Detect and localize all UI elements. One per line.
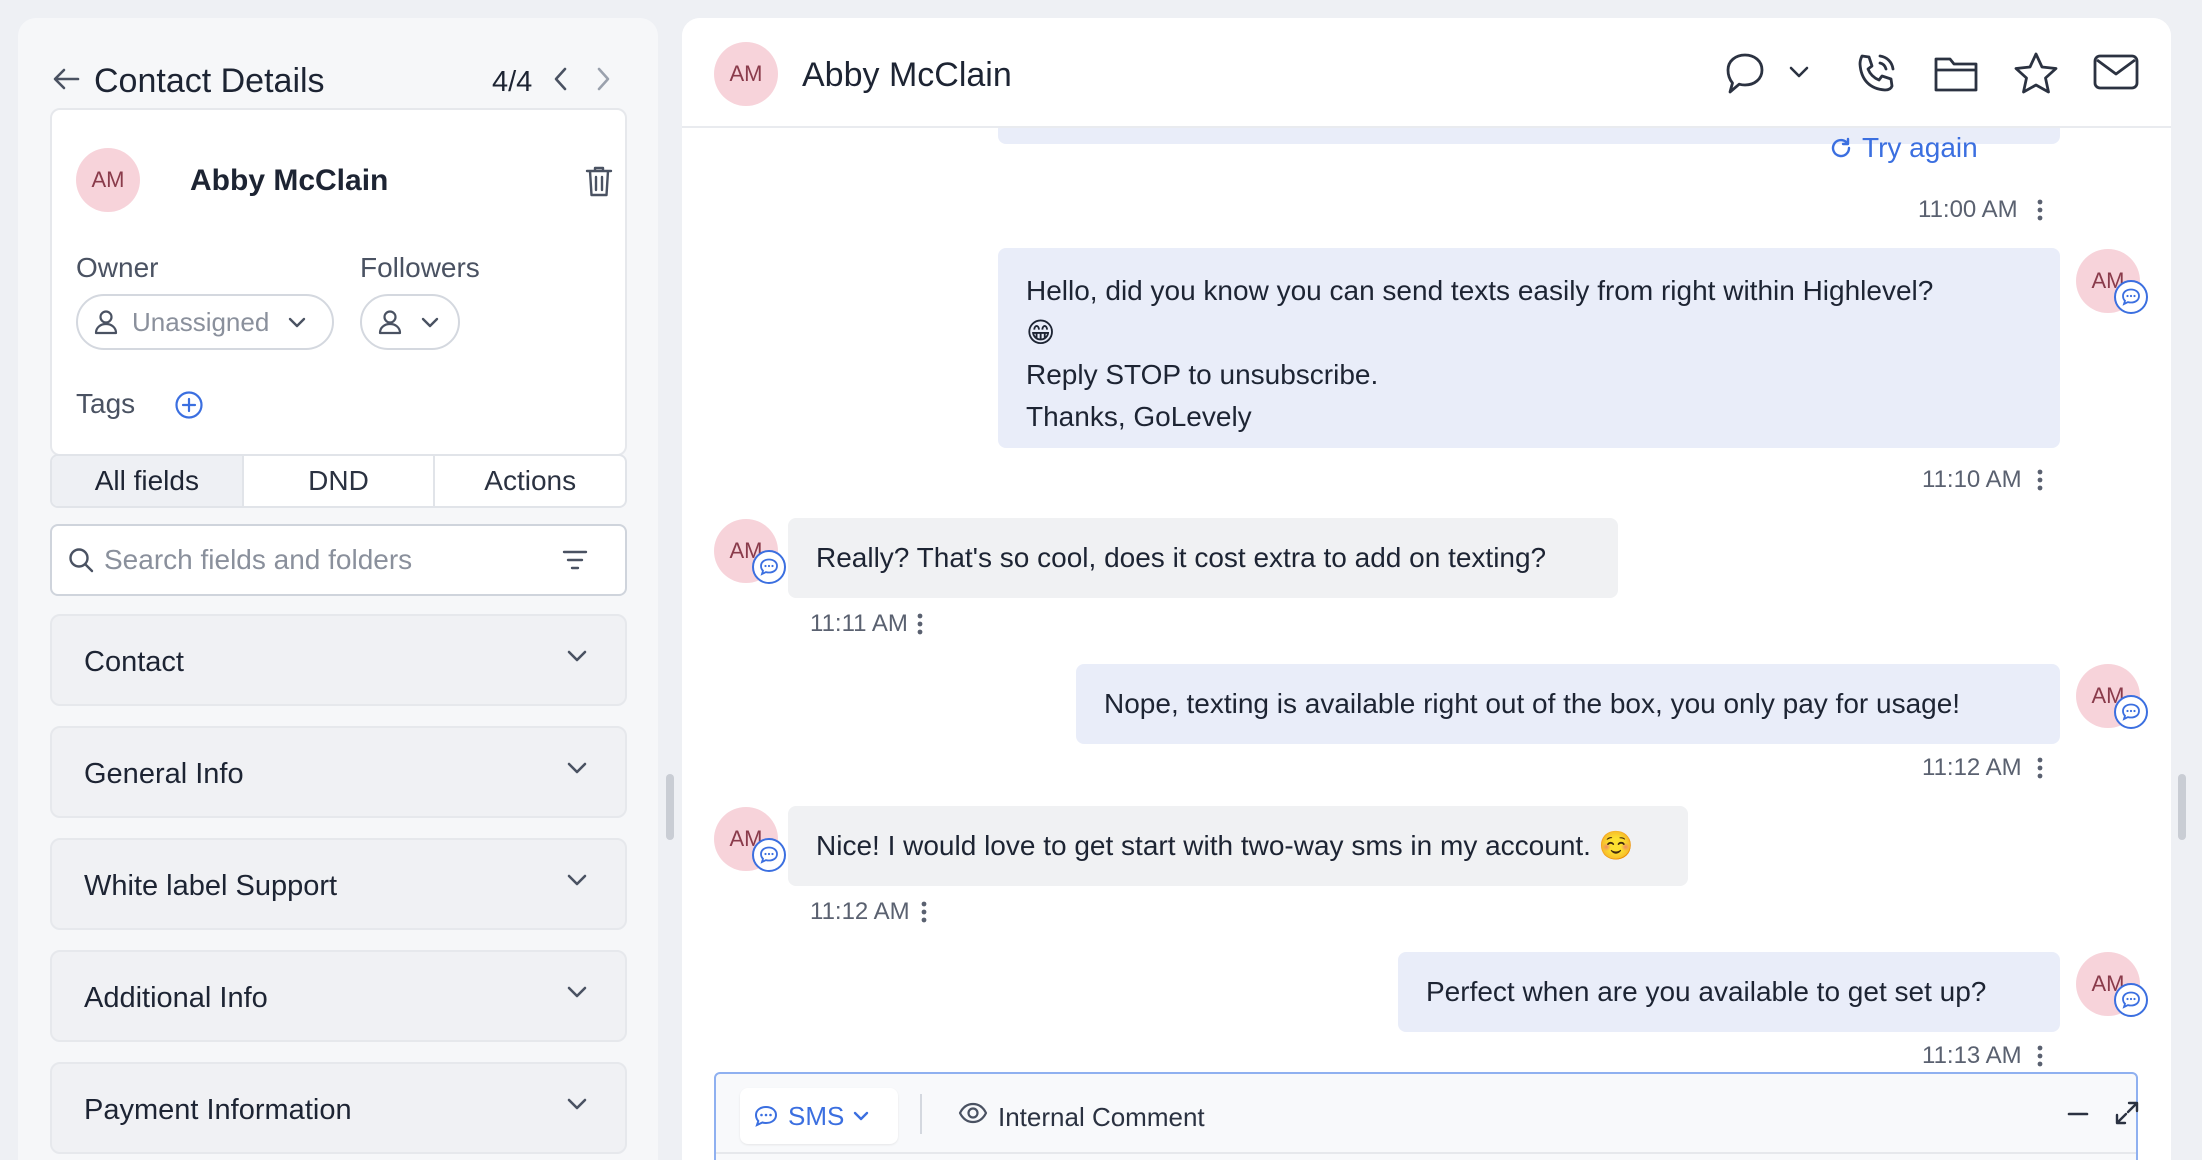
chevron-down-icon (566, 984, 588, 1000)
contact-name: Abby McClain (190, 164, 389, 197)
user-icon (378, 309, 402, 335)
refresh-icon[interactable] (1828, 136, 1854, 160)
expand-icon[interactable] (2114, 1100, 2140, 1126)
section-payment-information[interactable]: Payment Information (50, 1062, 627, 1154)
chevron-down-icon (566, 872, 588, 888)
back-arrow-icon[interactable] (52, 66, 80, 92)
message-time: 11:12 AM (1922, 754, 2022, 781)
minimize-icon[interactable] (2066, 1102, 2090, 1126)
contact-details-panel: Contact Details 4/4 AM Abby McClain Owne… (18, 18, 658, 1160)
try-again-link[interactable]: Try again (1862, 132, 1978, 164)
contact-counter: 4/4 (492, 66, 533, 98)
section-label: Contact (84, 646, 184, 678)
avatar: AM (714, 42, 778, 106)
search-icon (68, 547, 94, 573)
eye-icon (958, 1102, 988, 1124)
more-options-icon[interactable] (916, 612, 924, 636)
message-line: 😁 (1026, 317, 1056, 348)
tab-all-fields[interactable]: All fields (52, 456, 244, 506)
more-options-icon[interactable] (920, 900, 928, 924)
message-time: 11:00 AM (1918, 196, 2018, 223)
conversation-header: AM Abby McClain (682, 18, 2171, 128)
message-bubble: Nice! I would love to get start with two… (788, 806, 1688, 886)
more-options-icon[interactable] (2036, 468, 2044, 492)
message-time: 11:13 AM (1922, 1042, 2022, 1069)
chevron-down-icon (420, 315, 440, 329)
channel-select[interactable]: SMS (740, 1088, 898, 1144)
message-bubble: Hello, did you know you can send texts e… (998, 248, 2060, 448)
owner-value: Unassigned (132, 306, 270, 337)
page-title: Contact Details (94, 62, 325, 100)
mail-icon[interactable] (2092, 50, 2140, 94)
message-bubble: Nope, texting is available right out of … (1076, 664, 2060, 744)
more-options-icon[interactable] (2036, 198, 2044, 222)
section-label: Payment Information (84, 1094, 352, 1126)
message-bubble: Perfect when are you available to get se… (1398, 952, 2060, 1032)
user-icon (94, 309, 118, 335)
tab-actions[interactable]: Actions (435, 456, 625, 506)
search-input[interactable] (104, 544, 544, 576)
more-options-icon[interactable] (2036, 756, 2044, 780)
chevron-down-icon (287, 315, 307, 329)
panel-resize-handle[interactable] (2178, 774, 2186, 840)
tags-label: Tags (76, 388, 136, 419)
phone-icon[interactable] (1852, 50, 1900, 98)
sms-badge-icon (2114, 280, 2148, 314)
contact-card: AM Abby McClain Owner Followers Unassign… (50, 108, 627, 456)
sms-badge-icon (752, 550, 786, 584)
folder-icon[interactable] (1932, 50, 1980, 96)
section-label: General Info (84, 758, 244, 790)
search-fields-box (50, 524, 627, 596)
chat-bubble-icon (754, 1105, 778, 1127)
chevron-down-icon (566, 760, 588, 776)
message-line: Reply STOP to unsubscribe. (1026, 359, 1379, 390)
message-line: Hello, did you know you can send texts e… (1026, 275, 1934, 306)
chevron-down-icon (852, 1110, 870, 1122)
divider (920, 1094, 922, 1134)
section-contact[interactable]: Contact (50, 614, 627, 706)
panel-resize-handle[interactable] (666, 774, 674, 840)
chevron-down-icon (566, 1096, 588, 1112)
message-time: 11:11 AM (810, 610, 908, 637)
add-tag-icon[interactable] (174, 390, 204, 420)
owner-select[interactable]: Unassigned (76, 294, 334, 350)
section-label: Additional Info (84, 982, 268, 1014)
sms-badge-icon (2114, 983, 2148, 1017)
avatar: AM (76, 148, 140, 212)
tab-dnd[interactable]: DND (244, 456, 436, 506)
message-thread: Try again 11:00 AM Hello, did you know y… (682, 88, 2171, 1088)
field-tabs: All fields DND Actions (50, 454, 627, 508)
owner-label: Owner (76, 252, 159, 283)
sms-badge-icon (2114, 695, 2148, 729)
divider (716, 1152, 2136, 1154)
internal-comment-tab[interactable]: Internal Comment (998, 1102, 1205, 1133)
message-composer: SMS Internal Comment (714, 1072, 2140, 1160)
contact-details-header: Contact Details 4/4 (18, 18, 658, 106)
message-time: 11:12 AM (810, 898, 910, 925)
chevron-down-icon[interactable] (1788, 64, 1810, 80)
message-line: Thanks, GoLevely (1026, 401, 1252, 432)
chevron-down-icon (566, 648, 588, 664)
section-additional-info[interactable]: Additional Info (50, 950, 627, 1042)
followers-label: Followers (360, 252, 480, 283)
chevron-right-icon[interactable] (594, 66, 612, 92)
chevron-left-icon[interactable] (552, 66, 570, 92)
conversation-contact-name: Abby McClain (802, 56, 1012, 94)
star-icon[interactable] (2012, 50, 2060, 96)
message-time: 11:10 AM (1922, 466, 2022, 493)
section-general-info[interactable]: General Info (50, 726, 627, 818)
section-white-label-support[interactable]: White label Support (50, 838, 627, 930)
chat-bubble-icon[interactable] (1722, 50, 1772, 98)
more-options-icon[interactable] (2036, 1044, 2044, 1068)
channel-label: SMS (788, 1100, 845, 1131)
conversation-panel: AM Abby McClain Try again 11:00 AM Hello… (682, 18, 2171, 1160)
message-bubble: Really? That's so cool, does it cost ext… (788, 518, 1618, 598)
sms-badge-icon (752, 838, 786, 872)
trash-icon[interactable] (584, 164, 614, 198)
filter-icon[interactable] (562, 549, 588, 571)
followers-select[interactable] (360, 294, 460, 350)
section-label: White label Support (84, 870, 338, 902)
